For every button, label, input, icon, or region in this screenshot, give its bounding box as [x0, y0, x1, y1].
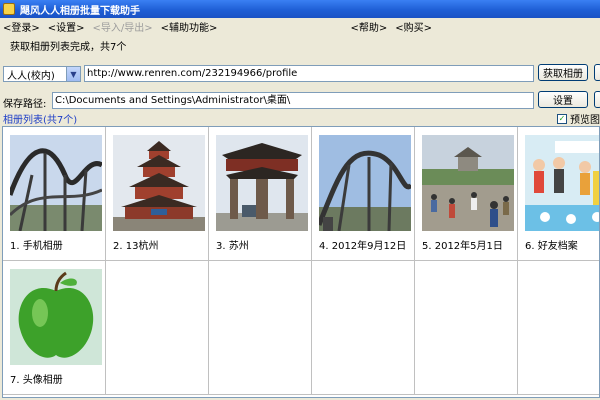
- path-settings-button[interactable]: 设置: [538, 91, 588, 108]
- album-caption: 4. 2012年9月12日: [319, 241, 407, 252]
- overflow-button-bottom[interactable]: [594, 91, 600, 108]
- menu-help[interactable]: <帮助>: [350, 19, 387, 34]
- account-type-value: 人人(校内): [7, 70, 55, 82]
- album-item[interactable]: 4. 2012年9月12日: [312, 127, 415, 261]
- green-apple-photo: [10, 269, 102, 365]
- plaza-crowd-photo: [422, 135, 514, 231]
- account-type-select[interactable]: 人人(校内) ▼: [3, 66, 81, 82]
- album-caption: 3. 苏州: [216, 241, 249, 252]
- empty-cell: [106, 261, 209, 395]
- roller-coaster-photo: [10, 135, 102, 231]
- album-item[interactable]: 5. 2012年5月1日: [415, 127, 518, 261]
- album-caption: 6. 好友档案: [525, 241, 578, 252]
- app-icon: [3, 3, 15, 15]
- overflow-button-top[interactable]: [594, 64, 600, 81]
- status-text: 获取相册列表完成，共7个: [10, 42, 127, 53]
- menu-settings[interactable]: <设置>: [48, 19, 85, 34]
- checkmark-icon: ✓: [557, 113, 567, 124]
- menu-buy[interactable]: <购买>: [395, 19, 432, 34]
- empty-cell: [518, 261, 599, 395]
- roller-coaster-photo: [319, 135, 411, 231]
- preview-checkbox[interactable]: ✓ 预览图: [557, 111, 600, 126]
- album-list-title: 相册列表(共7个): [3, 115, 78, 126]
- title-bar: 飓风人人相册批量下载助手: [0, 0, 600, 18]
- chevron-down-icon[interactable]: ▼: [66, 67, 80, 81]
- archway-photo: [216, 135, 308, 231]
- album-caption: 7. 头像相册: [10, 375, 63, 386]
- menu-tools[interactable]: <辅助功能>: [161, 19, 218, 34]
- pagoda-photo: [113, 135, 205, 231]
- save-path-input[interactable]: C:\Documents and Settings\Administrator\…: [52, 92, 534, 109]
- menu-login[interactable]: <登录>: [3, 19, 40, 34]
- album-item[interactable]: 2. 13杭州: [106, 127, 209, 261]
- album-item[interactable]: 6. 好友档案: [518, 127, 599, 261]
- album-caption: 5. 2012年5月1日: [422, 241, 503, 252]
- album-item[interactable]: 7. 头像相册: [3, 261, 106, 395]
- empty-cell: [415, 261, 518, 395]
- profile-collage-photo: [525, 135, 599, 231]
- empty-cell: [209, 261, 312, 395]
- album-item[interactable]: 3. 苏州: [209, 127, 312, 261]
- album-caption: 1. 手机相册: [10, 241, 63, 252]
- profile-url-input[interactable]: http://www.renren.com/232194966/profile: [84, 65, 534, 82]
- window-title: 飓风人人相册批量下载助手: [20, 5, 140, 17]
- empty-cell: [312, 261, 415, 395]
- album-caption: 2. 13杭州: [113, 241, 159, 252]
- fetch-albums-button[interactable]: 获取相册: [538, 64, 588, 81]
- album-grid: 1. 手机相册 2. 13杭州 3. 苏州 4. 2012年9月12日 5. 2…: [2, 126, 600, 398]
- menu-bar: <登录> <设置> <导入/导出> <辅助功能> <帮助> <购买>: [0, 18, 600, 35]
- save-path-label: 保存路径:: [3, 99, 47, 110]
- preview-label: 预览图: [570, 115, 600, 126]
- album-item[interactable]: 1. 手机相册: [3, 127, 106, 261]
- menu-import-export: <导入/导出>: [92, 23, 153, 34]
